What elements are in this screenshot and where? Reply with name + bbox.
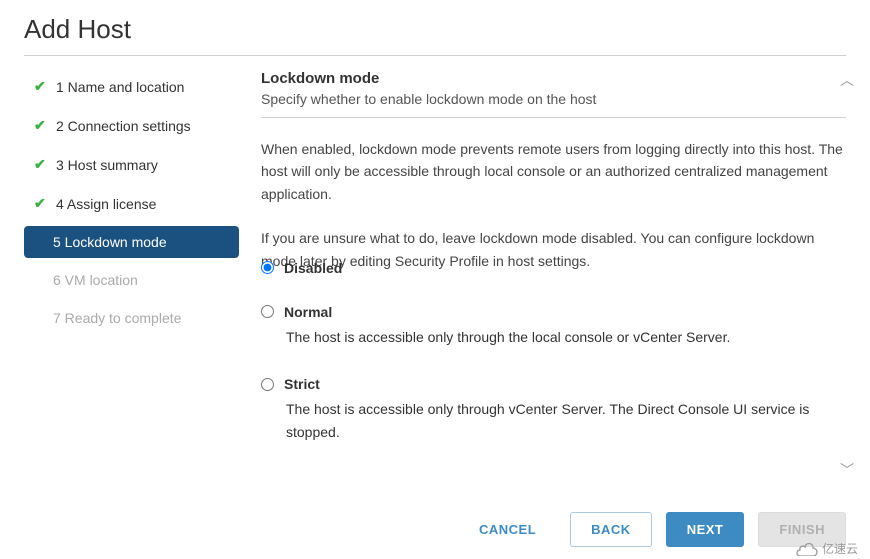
step-label: 5 Lockdown mode — [53, 234, 167, 250]
radio-strict-desc: The host is accessible only through vCen… — [286, 398, 846, 443]
step-label: 7 Ready to complete — [53, 310, 181, 326]
back-button[interactable]: BACK — [570, 512, 652, 547]
radio-disabled[interactable] — [261, 261, 274, 274]
step-label: 2 Connection settings — [56, 118, 191, 134]
step-label: 1 Name and location — [56, 79, 184, 95]
main-panel: ︿ Lockdown mode Specify whether to enabl… — [239, 70, 846, 471]
next-button[interactable]: NEXT — [666, 512, 745, 547]
scroll-up-icon[interactable]: ︿ — [840, 70, 854, 90]
step-ready-complete: 7 Ready to complete — [24, 302, 239, 334]
step-vm-location: 6 VM location — [24, 264, 239, 296]
section-title: Lockdown mode — [261, 70, 846, 87]
page-title: Add Host — [24, 0, 846, 55]
option-normal: Normal The host is accessible only throu… — [261, 304, 846, 348]
radio-normal[interactable] — [261, 305, 274, 318]
step-connection-settings[interactable]: ✔ 2 Connection settings — [24, 109, 239, 142]
step-name-location[interactable]: ✔ 1 Name and location — [24, 70, 239, 103]
step-assign-license[interactable]: ✔ 4 Assign license — [24, 187, 239, 220]
wizard-sidebar: ✔ 1 Name and location ✔ 2 Connection set… — [24, 70, 239, 471]
radio-strict-label: Strict — [284, 376, 320, 392]
step-host-summary[interactable]: ✔ 3 Host summary — [24, 148, 239, 181]
radio-normal-label: Normal — [284, 304, 332, 320]
check-icon: ✔ — [34, 195, 48, 212]
radio-strict[interactable] — [261, 378, 274, 391]
section-subtitle: Specify whether to enable lockdown mode … — [261, 91, 846, 107]
watermark: 亿速云 — [796, 540, 858, 557]
scroll-down-icon[interactable]: ﹀ — [840, 460, 854, 480]
wizard-footer: CANCEL BACK NEXT FINISH — [459, 512, 846, 547]
option-strict: Strict The host is accessible only throu… — [261, 376, 846, 443]
check-icon: ✔ — [34, 117, 48, 134]
step-label: 6 VM location — [53, 272, 138, 288]
step-label: 4 Assign license — [56, 196, 156, 212]
section-divider — [261, 117, 846, 118]
radio-disabled-label: Disabled — [284, 260, 342, 276]
step-label: 3 Host summary — [56, 157, 158, 173]
radio-normal-desc: The host is accessible only through the … — [286, 326, 846, 348]
check-icon: ✔ — [34, 78, 48, 95]
step-lockdown-mode[interactable]: 5 Lockdown mode — [24, 226, 239, 258]
check-icon: ✔ — [34, 156, 48, 173]
content-area: ✔ 1 Name and location ✔ 2 Connection set… — [24, 56, 846, 471]
watermark-text: 亿速云 — [822, 540, 858, 557]
cancel-button[interactable]: CANCEL — [459, 513, 556, 546]
cloud-icon — [796, 542, 818, 556]
info-paragraph-1: When enabled, lockdown mode prevents rem… — [261, 138, 846, 205]
